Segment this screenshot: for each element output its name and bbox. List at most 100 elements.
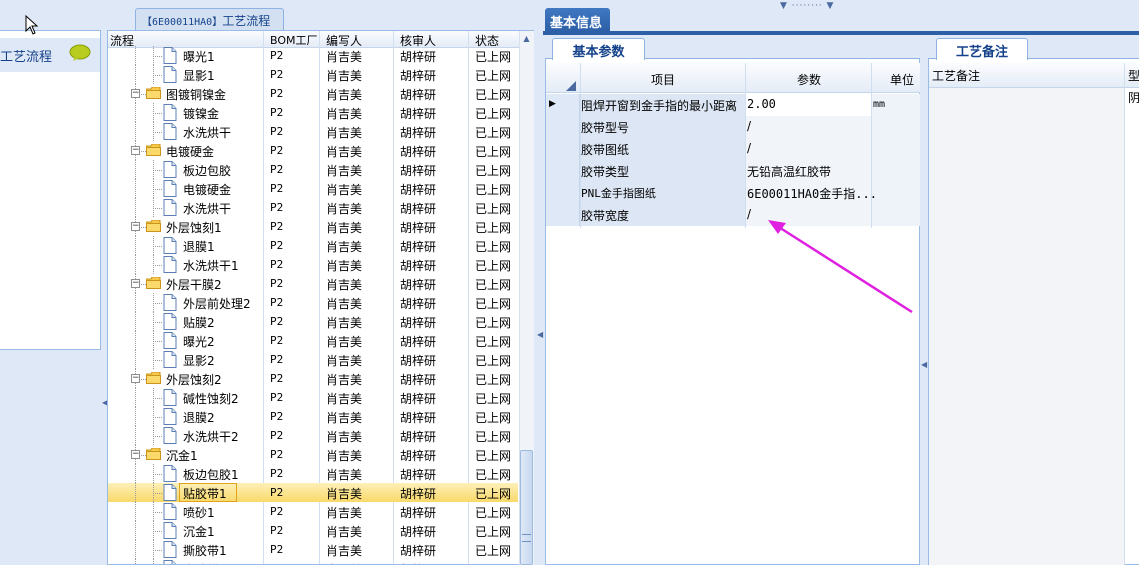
- top-collapse-handle[interactable]: ▼ ········ ▼: [780, 1, 834, 11]
- document-icon: [163, 66, 177, 83]
- tree-row[interactable]: − 外层蚀刻1 P2 肖吉美 胡梓研 已上网: [108, 217, 518, 236]
- param-row[interactable]: PNL金手指图纸 6E00011HA0金手指...: [546, 182, 920, 204]
- tree-row[interactable]: − 外层蚀刻2 P2 肖吉美 胡梓研 已上网: [108, 369, 518, 388]
- param-item-label: 胶带图纸: [581, 143, 630, 157]
- document-icon: [163, 408, 177, 425]
- bom-cell: P2: [270, 106, 284, 119]
- tab-process-notes[interactable]: 工艺备注: [936, 38, 1028, 60]
- reviewer-cell: 胡梓研: [400, 164, 437, 178]
- collapse-toggle-icon[interactable]: −: [131, 89, 140, 98]
- notes-grid-body[interactable]: [929, 88, 1124, 565]
- document-icon: [163, 237, 177, 254]
- tree-row[interactable]: 显影1 P2 肖吉美 胡梓研 已上网: [108, 65, 518, 84]
- param-value-cell[interactable]: /: [747, 207, 751, 221]
- splitter-middle[interactable]: [535, 0, 543, 565]
- column-header-unit[interactable]: 单位: [890, 71, 914, 88]
- collapse-toggle-icon[interactable]: −: [131, 146, 140, 155]
- document-icon: [163, 104, 177, 121]
- tree-row[interactable]: − 图镀铜镍金 P2 肖吉美 胡梓研 已上网: [108, 84, 518, 103]
- column-header-item[interactable]: 项目: [651, 71, 675, 88]
- tree-row[interactable]: 板边包胶 P2 肖吉美 胡梓研 已上网: [108, 160, 518, 179]
- tree-row[interactable]: 外层前处理2 P2 肖吉美 胡梓研 已上网: [108, 293, 518, 312]
- column-header-notes[interactable]: 工艺备注: [932, 67, 980, 84]
- tab-process-flow[interactable]: 【6E00011HA0】工艺流程: [135, 8, 284, 30]
- tree-row[interactable]: 曝光1 P2 肖吉美 胡梓研 已上网: [108, 46, 518, 65]
- tree-row[interactable]: 退膜2 P2 肖吉美 胡梓研 已上网: [108, 407, 518, 426]
- param-value-cell[interactable]: /: [747, 141, 751, 155]
- tree-row[interactable]: 沉金1 P2 肖吉美 胡梓研 已上网: [108, 521, 518, 540]
- tab-basic-params[interactable]: 基本参数: [552, 38, 645, 60]
- tree-row[interactable]: 板边包胶1 P2 肖吉美 胡梓研 已上网: [108, 464, 518, 483]
- collapse-toggle-icon[interactable]: −: [131, 450, 140, 459]
- folder-icon: [146, 144, 161, 156]
- column-header-param[interactable]: 参数: [797, 71, 821, 88]
- tree-node-label: 水洗烘干: [183, 126, 232, 140]
- param-value-cell[interactable]: 6E00011HA0金手指...: [747, 185, 877, 202]
- tree-row[interactable]: 水洗烘干1P2肖吉美胡梓研已上网: [108, 559, 518, 564]
- tree-row[interactable]: 喷砂1 P2 肖吉美 胡梓研 已上网: [108, 502, 518, 521]
- tree-row[interactable]: 撕胶带1 P2 肖吉美 胡梓研 已上网: [108, 540, 518, 559]
- tree-node-label: 喷砂1: [183, 506, 215, 520]
- status-cell: 已上网: [475, 202, 512, 216]
- bom-cell: P2: [270, 391, 284, 404]
- writer-cell: 肖吉美: [326, 373, 363, 387]
- tree-node-label: 水洗烘干1: [183, 259, 239, 273]
- tree-node-label: 外层蚀刻2: [166, 373, 222, 387]
- param-item-label: 胶带宽度: [581, 209, 630, 223]
- tree-row[interactable]: 曝光2 P2 肖吉美 胡梓研 已上网: [108, 331, 518, 350]
- writer-cell: 肖吉美: [326, 561, 362, 564]
- chat-bubble-icon[interactable]: [69, 44, 91, 62]
- bom-cell: P2: [270, 258, 284, 271]
- param-value-cell[interactable]: /: [747, 119, 751, 133]
- tree-row[interactable]: 碱性蚀刻2 P2 肖吉美 胡梓研 已上网: [108, 388, 518, 407]
- param-value-cell[interactable]: 2.00: [747, 97, 776, 111]
- bom-cell: P2: [270, 68, 284, 81]
- splitter-right[interactable]: [920, 35, 928, 565]
- param-value-cell[interactable]: 无铅高温红胶带: [747, 163, 831, 180]
- splitter-left-collapse-icon[interactable]: ◀: [102, 398, 108, 408]
- tree-row[interactable]: 水洗烘干1P2肖吉美胡梓研已上网: [108, 255, 518, 274]
- tree-node-label: 退膜1: [183, 240, 215, 254]
- tree-row[interactable]: 贴膜2 P2 肖吉美 胡梓研 已上网: [108, 312, 518, 331]
- param-row[interactable]: 胶带型号 /: [546, 116, 920, 138]
- notes-type-cell[interactable]: 阴: [1128, 89, 1139, 106]
- tree-row[interactable]: 电镀硬金 P2 肖吉美 胡梓研 已上网: [108, 179, 518, 198]
- tree-node-label: 撕胶带1: [183, 544, 227, 558]
- document-icon: [163, 294, 177, 311]
- tree-row-selected[interactable]: 贴胶带1 P2 肖吉美 胡梓研 已上网: [108, 483, 518, 502]
- tree-row[interactable]: 水洗烘干2 P2 肖吉美 胡梓研 已上网: [108, 426, 518, 445]
- bom-cell: P2: [270, 543, 284, 556]
- param-row[interactable]: 胶带类型 无铅高温红胶带: [546, 160, 920, 182]
- corner-select-icon[interactable]: [566, 81, 576, 91]
- reviewer-cell: 胡梓研: [400, 411, 437, 425]
- reviewer-cell: 胡梓研: [400, 221, 437, 235]
- status-cell: 已上网: [475, 449, 512, 463]
- status-cell: 已上网: [475, 278, 512, 292]
- scroll-up-icon[interactable]: ▲: [519, 31, 534, 46]
- collapse-toggle-icon[interactable]: −: [131, 222, 140, 231]
- param-row[interactable]: 胶带图纸 /: [546, 138, 920, 160]
- splitter-right-collapse-icon[interactable]: ◀: [921, 360, 927, 369]
- tree-row[interactable]: − 外层干膜2 P2 肖吉美 胡梓研 已上网: [108, 274, 518, 293]
- tree-row[interactable]: 水洗烘干 P2 肖吉美 胡梓研 已上网: [108, 122, 518, 141]
- column-header-type[interactable]: 型: [1128, 67, 1139, 84]
- status-cell: 已上网: [475, 221, 512, 235]
- param-row[interactable]: ▶ 阻焊开窗到金手指的最小距离 2.00 mm: [546, 94, 920, 116]
- tree-row[interactable]: 显影2 P2 肖吉美 胡梓研 已上网: [108, 350, 518, 369]
- collapse-toggle-icon[interactable]: −: [131, 374, 140, 383]
- splitter-middle-collapse-icon[interactable]: ◀: [537, 330, 543, 339]
- tree-row[interactable]: 退膜1 P2 肖吉美 胡梓研 已上网: [108, 236, 518, 255]
- tree-row[interactable]: − 沉金1 P2 肖吉美 胡梓研 已上网: [108, 445, 518, 464]
- folder-icon: [146, 372, 161, 384]
- tab-basic-info[interactable]: 基本信息: [545, 8, 610, 32]
- reviewer-cell: 胡梓研: [400, 126, 437, 140]
- writer-cell: 肖吉美: [326, 164, 363, 178]
- collapse-toggle-icon[interactable]: −: [131, 279, 140, 288]
- tree-row[interactable]: 水洗烘干 P2 肖吉美 胡梓研 已上网: [108, 198, 518, 217]
- document-icon: [163, 256, 177, 273]
- tree-scrollbar-thumb[interactable]: [520, 450, 533, 565]
- tree-row[interactable]: 镀镍金 P2 肖吉美 胡梓研 已上网: [108, 103, 518, 122]
- status-cell: 已上网: [475, 525, 512, 539]
- mouse-cursor-icon: [25, 15, 39, 35]
- tree-row[interactable]: − 电镀硬金 P2 肖吉美 胡梓研 已上网: [108, 141, 518, 160]
